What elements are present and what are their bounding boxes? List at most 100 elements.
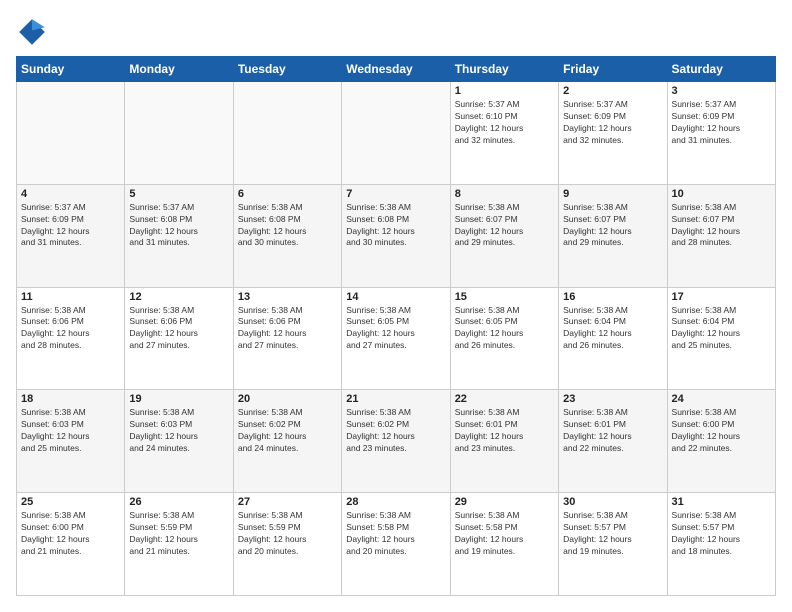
- calendar-day-1: 1Sunrise: 5:37 AM Sunset: 6:10 PM Daylig…: [450, 82, 558, 185]
- calendar-day-26: 26 Sunrise: 5:38 AM Sunset: 5:59 PM Dayli…: [125, 493, 233, 596]
- day-info: Sunrise: 5:38 AM Sunset: 6:05 PM Dayligh…: [346, 305, 445, 353]
- calendar-day-10: 10 Sunrise: 5:38 AM Sunset: 6:07 PM Dayli…: [667, 184, 775, 287]
- calendar-day-17: 17 Sunrise: 5:38 AM Sunset: 6:04 PM Dayli…: [667, 287, 775, 390]
- calendar-day-13: 13 Sunrise: 5:38 AM Sunset: 6:06 PM Dayli…: [233, 287, 341, 390]
- day-info: Sunrise: 5:38 AM Sunset: 6:02 PM Dayligh…: [346, 407, 445, 455]
- calendar-day-29: 29 Sunrise: 5:38 AM Sunset: 5:58 PM Dayli…: [450, 493, 558, 596]
- day-info: Sunrise: 5:38 AM Sunset: 6:08 PM Dayligh…: [346, 202, 445, 250]
- calendar-day-22: 22 Sunrise: 5:38 AM Sunset: 6:01 PM Dayli…: [450, 390, 558, 493]
- day-number: 11: [21, 291, 120, 303]
- header: [16, 16, 776, 48]
- calendar-day-28: 28 Sunrise: 5:38 AM Sunset: 5:58 PM Dayli…: [342, 493, 450, 596]
- calendar-empty: [233, 82, 341, 185]
- calendar-day-30: 30 Sunrise: 5:38 AM Sunset: 5:57 PM Dayli…: [559, 493, 667, 596]
- calendar-header-thursday: Thursday: [450, 57, 558, 82]
- day-info: Sunrise: 5:38 AM Sunset: 5:58 PM Dayligh…: [455, 510, 554, 558]
- calendar-header-tuesday: Tuesday: [233, 57, 341, 82]
- day-number: 28: [346, 496, 445, 508]
- day-number: 13: [238, 291, 337, 303]
- calendar-day-12: 12Sunrise: 5:38 AM Sunset: 6:06 PM Dayli…: [125, 287, 233, 390]
- calendar-day-24: 24 Sunrise: 5:38 AM Sunset: 6:00 PM Dayli…: [667, 390, 775, 493]
- day-number: 29: [455, 496, 554, 508]
- day-number: 15: [455, 291, 554, 303]
- day-info: Sunrise: 5:38 AM Sunset: 6:03 PM Dayligh…: [21, 407, 120, 455]
- logo-icon: [16, 16, 48, 48]
- day-number: 25: [21, 496, 120, 508]
- day-number: 8: [455, 188, 554, 200]
- calendar-header-saturday: Saturday: [667, 57, 775, 82]
- day-info: Sunrise: 5:38 AM Sunset: 5:59 PM Dayligh…: [129, 510, 228, 558]
- day-info: Sunrise: 5:37 AM Sunset: 6:09 PM Dayligh…: [672, 99, 771, 147]
- calendar-day-4: 4Sunrise: 5:37 AM Sunset: 6:09 PM Daylig…: [17, 184, 125, 287]
- calendar-week-row: 4Sunrise: 5:37 AM Sunset: 6:09 PM Daylig…: [17, 184, 776, 287]
- day-number: 2: [563, 85, 662, 97]
- day-info: Sunrise: 5:38 AM Sunset: 6:01 PM Dayligh…: [455, 407, 554, 455]
- day-info: Sunrise: 5:38 AM Sunset: 6:03 PM Dayligh…: [129, 407, 228, 455]
- day-number: 20: [238, 393, 337, 405]
- calendar-header-wednesday: Wednesday: [342, 57, 450, 82]
- day-info: Sunrise: 5:37 AM Sunset: 6:08 PM Dayligh…: [129, 202, 228, 250]
- day-info: Sunrise: 5:37 AM Sunset: 6:09 PM Dayligh…: [21, 202, 120, 250]
- day-number: 6: [238, 188, 337, 200]
- calendar-day-9: 9Sunrise: 5:38 AM Sunset: 6:07 PM Daylig…: [559, 184, 667, 287]
- day-number: 5: [129, 188, 228, 200]
- day-number: 26: [129, 496, 228, 508]
- calendar-header-monday: Monday: [125, 57, 233, 82]
- day-info: Sunrise: 5:38 AM Sunset: 6:00 PM Dayligh…: [21, 510, 120, 558]
- calendar-day-18: 18 Sunrise: 5:38 AM Sunset: 6:03 PM Dayli…: [17, 390, 125, 493]
- day-info: Sunrise: 5:38 AM Sunset: 6:06 PM Dayligh…: [21, 305, 120, 353]
- day-info: Sunrise: 5:38 AM Sunset: 5:57 PM Dayligh…: [672, 510, 771, 558]
- calendar-day-14: 14 Sunrise: 5:38 AM Sunset: 6:05 PM Dayli…: [342, 287, 450, 390]
- day-number: 30: [563, 496, 662, 508]
- day-info: Sunrise: 5:37 AM Sunset: 6:09 PM Dayligh…: [563, 99, 662, 147]
- calendar-week-row: 11 Sunrise: 5:38 AM Sunset: 6:06 PM Dayli…: [17, 287, 776, 390]
- day-info: Sunrise: 5:38 AM Sunset: 6:01 PM Dayligh…: [563, 407, 662, 455]
- day-number: 21: [346, 393, 445, 405]
- calendar-day-2: 2 Sunrise: 5:37 AM Sunset: 6:09 PM Daylig…: [559, 82, 667, 185]
- calendar-day-15: 15Sunrise: 5:38 AM Sunset: 6:05 PM Dayli…: [450, 287, 558, 390]
- day-info: Sunrise: 5:38 AM Sunset: 5:59 PM Dayligh…: [238, 510, 337, 558]
- day-number: 19: [129, 393, 228, 405]
- day-info: Sunrise: 5:38 AM Sunset: 6:04 PM Dayligh…: [563, 305, 662, 353]
- calendar-empty: [17, 82, 125, 185]
- calendar-header-sunday: Sunday: [17, 57, 125, 82]
- day-info: Sunrise: 5:38 AM Sunset: 6:06 PM Dayligh…: [238, 305, 337, 353]
- calendar-day-8: 8 Sunrise: 5:38 AM Sunset: 6:07 PM Daylig…: [450, 184, 558, 287]
- day-number: 14: [346, 291, 445, 303]
- day-info: Sunrise: 5:38 AM Sunset: 6:07 PM Dayligh…: [455, 202, 554, 250]
- day-number: 22: [455, 393, 554, 405]
- day-info: Sunrise: 5:37 AM Sunset: 6:10 PM Dayligh…: [455, 99, 554, 147]
- calendar-day-7: 7 Sunrise: 5:38 AM Sunset: 6:08 PM Daylig…: [342, 184, 450, 287]
- day-info: Sunrise: 5:38 AM Sunset: 6:07 PM Dayligh…: [672, 202, 771, 250]
- day-number: 31: [672, 496, 771, 508]
- calendar-day-16: 16 Sunrise: 5:38 AM Sunset: 6:04 PM Dayli…: [559, 287, 667, 390]
- calendar-day-5: 5 Sunrise: 5:37 AM Sunset: 6:08 PM Daylig…: [125, 184, 233, 287]
- day-number: 12: [129, 291, 228, 303]
- calendar-header-friday: Friday: [559, 57, 667, 82]
- day-number: 3: [672, 85, 771, 97]
- calendar-header-row: SundayMondayTuesdayWednesdayThursdayFrid…: [17, 57, 776, 82]
- day-number: 18: [21, 393, 120, 405]
- day-info: Sunrise: 5:38 AM Sunset: 6:02 PM Dayligh…: [238, 407, 337, 455]
- day-number: 23: [563, 393, 662, 405]
- day-number: 7: [346, 188, 445, 200]
- calendar-week-row: 1Sunrise: 5:37 AM Sunset: 6:10 PM Daylig…: [17, 82, 776, 185]
- calendar-day-11: 11 Sunrise: 5:38 AM Sunset: 6:06 PM Dayli…: [17, 287, 125, 390]
- calendar-day-20: 20 Sunrise: 5:38 AM Sunset: 6:02 PM Dayli…: [233, 390, 341, 493]
- calendar-week-row: 25 Sunrise: 5:38 AM Sunset: 6:00 PM Dayli…: [17, 493, 776, 596]
- logo: [16, 16, 52, 48]
- day-info: Sunrise: 5:38 AM Sunset: 5:57 PM Dayligh…: [563, 510, 662, 558]
- day-number: 16: [563, 291, 662, 303]
- day-info: Sunrise: 5:38 AM Sunset: 5:58 PM Dayligh…: [346, 510, 445, 558]
- calendar-day-27: 27Sunrise: 5:38 AM Sunset: 5:59 PM Dayli…: [233, 493, 341, 596]
- day-number: 17: [672, 291, 771, 303]
- calendar-day-21: 21 Sunrise: 5:38 AM Sunset: 6:02 PM Dayli…: [342, 390, 450, 493]
- day-info: Sunrise: 5:38 AM Sunset: 6:04 PM Dayligh…: [672, 305, 771, 353]
- day-info: Sunrise: 5:38 AM Sunset: 6:00 PM Dayligh…: [672, 407, 771, 455]
- calendar-day-19: 19 Sunrise: 5:38 AM Sunset: 6:03 PM Dayli…: [125, 390, 233, 493]
- page: SundayMondayTuesdayWednesdayThursdayFrid…: [0, 0, 792, 612]
- day-number: 24: [672, 393, 771, 405]
- calendar-day-3: 3 Sunrise: 5:37 AM Sunset: 6:09 PM Daylig…: [667, 82, 775, 185]
- calendar-empty: [125, 82, 233, 185]
- day-number: 10: [672, 188, 771, 200]
